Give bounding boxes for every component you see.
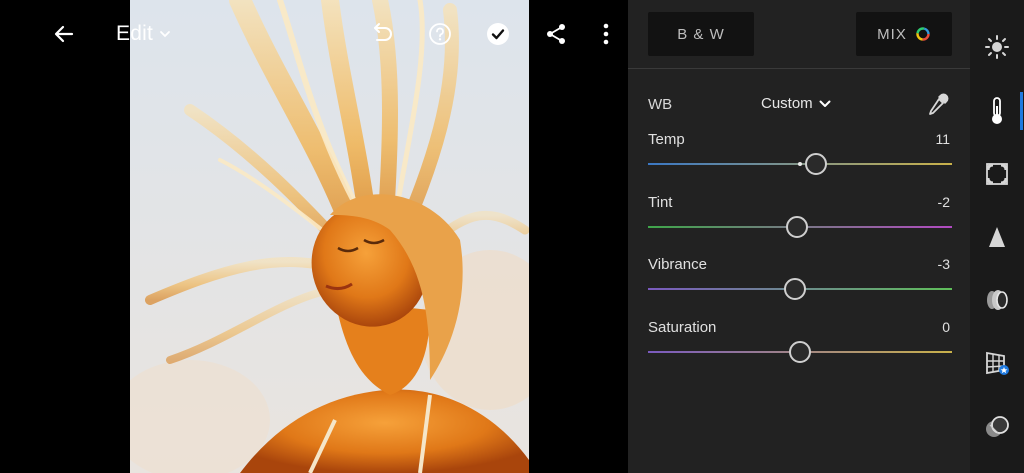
temp-thumb[interactable] — [805, 153, 828, 175]
color-panel: B & W MIX WB Custom Temp 11 Tint -2 Vibr… — [628, 0, 970, 473]
detail-tool-button[interactable] — [981, 221, 1013, 253]
edited-photo[interactable] — [130, 0, 529, 473]
light-icon — [985, 35, 1009, 59]
help-icon — [429, 23, 451, 45]
optics-tool-button[interactable] — [981, 284, 1013, 316]
undo-icon — [374, 23, 392, 41]
saturation-value: 0 — [942, 319, 950, 335]
geometry-icon — [986, 351, 1009, 375]
tint-value: -2 — [937, 194, 950, 210]
presets-icon — [986, 416, 1009, 437]
tool-rail — [970, 0, 1024, 473]
temp-slider: Temp 11 — [628, 131, 970, 181]
saturation-slider: Saturation 0 — [628, 319, 970, 369]
chevron-down-icon — [819, 100, 831, 107]
white-balance-label: WB — [648, 96, 673, 113]
vibrance-thumb[interactable] — [784, 278, 807, 300]
edit-mode-dropdown[interactable]: Edit — [116, 20, 171, 48]
detail-icon — [989, 227, 1005, 247]
geometry-tool-button[interactable] — [981, 347, 1013, 379]
share-icon — [547, 24, 565, 44]
photo-canvas[interactable]: Edit — [0, 0, 628, 473]
optics-icon — [987, 290, 1008, 310]
tint-slider: Tint -2 — [628, 194, 970, 244]
photo-illustration — [130, 0, 529, 473]
white-balance-row: WB Custom — [628, 90, 970, 120]
color-temperature-icon — [992, 97, 1002, 124]
white-balance-value: Custom — [761, 95, 813, 112]
edit-mode-label: Edit — [116, 22, 153, 45]
color-tool-button[interactable] — [981, 95, 1013, 127]
presets-tool-button[interactable] — [981, 411, 1013, 443]
back-button[interactable] — [48, 18, 80, 50]
color-mix-button[interactable]: MIX — [856, 12, 952, 56]
effects-tool-button[interactable] — [981, 158, 1013, 190]
saturation-label: Saturation — [648, 319, 717, 336]
color-panel-header: B & W MIX — [628, 0, 970, 69]
undo-button[interactable] — [366, 18, 398, 50]
white-balance-dropdown[interactable]: Custom — [761, 95, 831, 112]
done-check-icon — [487, 23, 509, 45]
color-wheel-icon — [916, 27, 930, 41]
tint-label: Tint — [648, 194, 673, 211]
saturation-thumb[interactable] — [789, 341, 811, 363]
more-vertical-icon — [603, 23, 609, 45]
active-tool-indicator — [1020, 92, 1023, 130]
chevron-down-icon — [160, 31, 170, 38]
black-white-button[interactable]: B & W — [648, 12, 754, 56]
done-button[interactable] — [482, 18, 514, 50]
light-tool-button[interactable] — [981, 31, 1013, 63]
help-button[interactable] — [424, 18, 456, 50]
temp-value: 11 — [935, 131, 950, 147]
vibrance-slider: Vibrance -3 — [628, 256, 970, 306]
eyedropper-button[interactable] — [926, 92, 950, 118]
vibrance-label: Vibrance — [648, 256, 707, 273]
temp-label: Temp — [648, 131, 685, 148]
color-mix-label: MIX — [877, 25, 907, 43]
tint-thumb[interactable] — [785, 216, 808, 238]
back-arrow-icon — [54, 25, 74, 43]
effects-icon — [986, 163, 1008, 185]
temp-center-mark — [798, 162, 802, 166]
share-button[interactable] — [540, 18, 572, 50]
eyedropper-icon — [929, 93, 949, 115]
vibrance-value: -3 — [937, 256, 950, 272]
more-options-button[interactable] — [590, 18, 622, 50]
black-white-label: B & W — [677, 25, 725, 43]
